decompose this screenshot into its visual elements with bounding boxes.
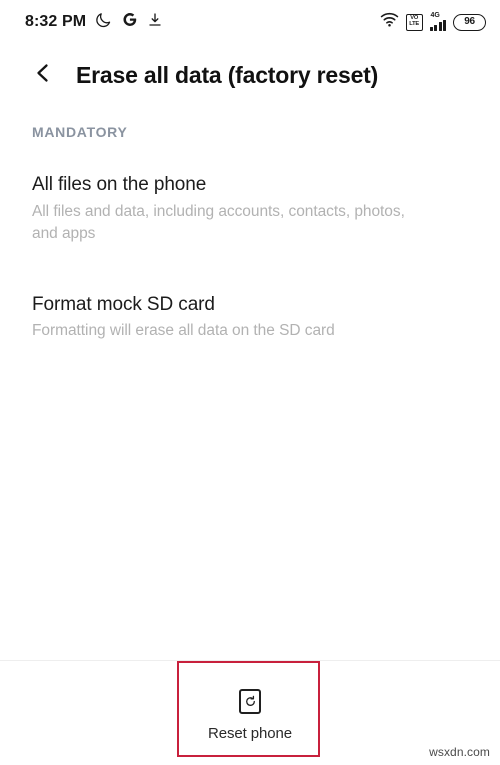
wifi-icon <box>380 11 399 33</box>
signal-icon: 4G <box>429 12 446 31</box>
bottom-action-bar: Reset phone <box>0 661 500 765</box>
moon-icon <box>95 11 112 33</box>
back-button[interactable] <box>16 48 70 102</box>
settings-content: MANDATORY All files on the phone All fil… <box>0 106 500 357</box>
phone-screen: 8:32 PM VO LTE 4G 96 Erase all data (fac… <box>0 0 500 765</box>
section-header-mandatory: MANDATORY <box>32 124 128 140</box>
list-divider-space <box>0 260 500 284</box>
status-bar-left: 8:32 PM <box>25 11 163 33</box>
watermark: wsxdn.com <box>429 745 490 759</box>
google-icon <box>121 11 138 33</box>
list-item-subtitle: Formatting will erase all data on the SD… <box>32 322 335 340</box>
settings-list: All files on the phone All files and dat… <box>0 164 500 357</box>
status-time: 8:32 PM <box>25 13 87 30</box>
list-item-format-sd-card[interactable]: Format mock SD card Formatting will eras… <box>0 284 500 357</box>
status-bar-right: VO LTE 4G 96 <box>380 11 486 33</box>
app-bar: Erase all data (factory reset) <box>0 44 500 106</box>
status-bar: 8:32 PM VO LTE 4G 96 <box>0 0 500 44</box>
reset-phone-label: Reset phone <box>208 724 292 742</box>
reset-phone-icon <box>239 688 261 714</box>
list-item-subtitle: All files and data, including accounts, … <box>32 202 405 243</box>
battery-icon: 96 <box>453 13 486 31</box>
signal-bars <box>429 19 446 31</box>
list-item-title: Format mock SD card <box>32 293 215 315</box>
download-icon <box>147 12 163 33</box>
chevron-left-icon <box>31 61 55 90</box>
network-type-label: 4G <box>430 12 440 19</box>
list-item-all-files[interactable]: All files on the phone All files and dat… <box>0 164 500 260</box>
page-title: Erase all data (factory reset) <box>76 61 379 88</box>
volte-icon: VO LTE <box>405 13 423 31</box>
list-item-title: All files on the phone <box>32 174 207 195</box>
battery-level-label: 96 <box>464 16 475 27</box>
volte-line-2: LTE <box>409 21 419 27</box>
reset-phone-button[interactable]: Reset phone <box>179 685 321 742</box>
